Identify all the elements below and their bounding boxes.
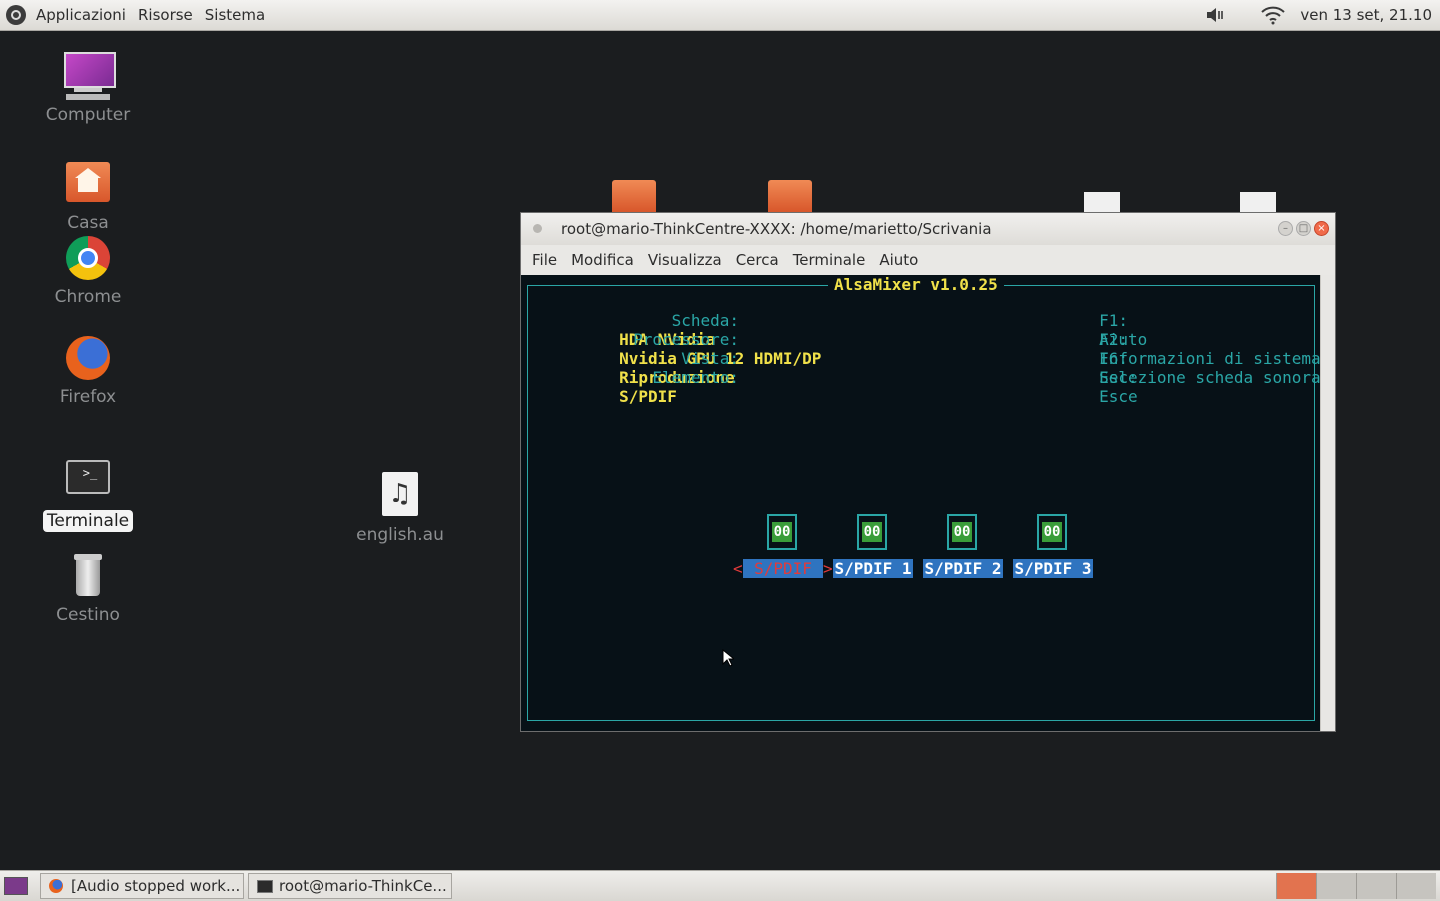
workspace-1[interactable] [1276,873,1316,899]
taskbar-item-label: root@mario-ThinkCe... [279,877,447,895]
window-title: root@mario-ThinkCentre-XXXX: /home/marie… [561,220,992,238]
volume-muted-icon[interactable] [1204,5,1228,25]
terminal-content[interactable]: AlsaMixer v1.0.25 Scheda: HDA NVidia Pro… [521,275,1321,731]
desktop-icon-label: Terminale [42,510,134,532]
control-label-spdif3[interactable]: S/PDIF 3 [1013,559,1093,578]
menu-sistema[interactable]: Sistema [199,0,271,30]
menu-applicazioni[interactable]: Applicazioni [30,0,132,30]
workspace-3[interactable] [1356,873,1396,899]
document-icon[interactable] [1084,192,1120,212]
folder-icon[interactable] [612,180,656,212]
computer-icon [62,50,116,102]
terminal-menu-bar: File Modifica Visualizza Cerca Terminale… [521,245,1335,276]
audio-file-icon: ♫ [374,470,426,522]
taskbar-item-firefox[interactable]: [Audio stopped work... [40,873,244,899]
terminal-icon: >_ [62,456,114,508]
control-label-spdif1[interactable]: S/PDIF 1 [833,559,913,578]
control-value: 00 [952,522,972,542]
control-value: 00 [862,522,882,542]
system-tray: ven 13 set, 21.10 [1204,0,1432,30]
firefox-icon [49,879,63,893]
taskbar-item-terminal[interactable]: root@mario-ThinkCe... [248,873,452,899]
desktop-icon-english-au[interactable]: ♫ english.au [340,470,460,546]
menu-aiuto[interactable]: Aiuto [872,251,925,269]
trash-icon [62,550,114,602]
control-spdif-switch[interactable]: 00 [767,514,797,550]
help-key: Esc: [1099,368,1138,387]
clock[interactable]: ven 13 set, 21.10 [1300,6,1432,24]
menu-risorse[interactable]: Risorse [132,0,199,30]
workspace-4[interactable] [1396,873,1436,899]
control-label-spdif[interactable]: S/PDIF [743,559,823,578]
minimize-icon[interactable]: – [1278,221,1293,236]
window-controls: – □ × [1278,221,1329,236]
ubuntu-logo-icon[interactable] [6,5,26,25]
window-title-bar[interactable]: root@mario-ThinkCentre-XXXX: /home/marie… [521,213,1335,245]
info-elemento: Elemento: S/PDIF [542,349,739,425]
menu-visualizza[interactable]: Visualizza [641,251,729,269]
selection-arrow-left: < [733,559,743,578]
menu-file[interactable]: File [525,251,564,269]
mouse-cursor-icon [722,649,734,667]
home-folder-icon [62,158,114,210]
help-value: Esce [1099,387,1138,406]
alsamixer-frame: AlsaMixer v1.0.25 Scheda: HDA NVidia Pro… [527,275,1321,721]
desktop-icon-label: Casa [67,213,109,233]
terminal-scrollbar[interactable] [1320,275,1335,731]
desktop-icon-terminale[interactable]: >_ Terminale [28,456,148,532]
control-spdif2-switch[interactable]: 00 [947,514,977,550]
control-value: 00 [772,522,792,542]
control-spdif3-switch[interactable]: 00 [1037,514,1067,550]
info-value: S/PDIF [619,387,677,406]
menu-modifica[interactable]: Modifica [564,251,641,269]
desktop-icon-cestino[interactable]: Cestino [28,550,148,626]
control-spdif1-switch[interactable]: 00 [857,514,887,550]
window-menu-icon[interactable] [533,224,542,233]
desktop-icon-chrome[interactable]: Chrome [28,232,148,308]
alsamixer-title: AlsaMixer v1.0.25 [828,275,1004,294]
control-value: 00 [1042,522,1062,542]
show-desktop-icon[interactable] [4,877,28,895]
desktop-icon-label: Cestino [56,605,120,625]
desktop-icon-label: Chrome [54,287,122,307]
desktop-icon-casa[interactable]: Casa [28,158,148,234]
top-panel: Applicazioni Risorse Sistema ven 13 set,… [0,0,1440,31]
desktop-icon-label: english.au [356,525,444,545]
main-menu: Applicazioni Risorse Sistema [0,0,271,30]
selection-arrow-right: > [823,559,833,578]
close-icon[interactable]: × [1314,221,1329,236]
bottom-panel: [Audio stopped work... root@mario-ThinkC… [0,870,1440,901]
help-esc: Esc: Esce [1022,349,1149,425]
menu-terminale[interactable]: Terminale [786,251,873,269]
desktop-icon-label: Firefox [59,387,117,407]
terminal-icon [257,880,273,893]
desktop-icon-firefox[interactable]: Firefox [28,332,148,408]
document-icon[interactable] [1240,192,1276,212]
info-key: Elemento: [652,368,740,387]
workspace-2[interactable] [1316,873,1356,899]
taskbar-item-label: [Audio stopped work... [71,877,241,895]
desktop-icon-computer[interactable]: Computer [28,50,148,126]
wifi-icon[interactable] [1260,5,1286,25]
menu-cerca[interactable]: Cerca [729,251,786,269]
maximize-icon[interactable]: □ [1296,221,1311,236]
desktop-icon-label: Computer [45,105,131,125]
folder-icon[interactable] [768,180,812,212]
firefox-icon [62,332,114,384]
control-label-spdif2[interactable]: S/PDIF 2 [923,559,1003,578]
terminal-window[interactable]: root@mario-ThinkCentre-XXXX: /home/marie… [520,212,1336,732]
chrome-icon [62,232,114,284]
